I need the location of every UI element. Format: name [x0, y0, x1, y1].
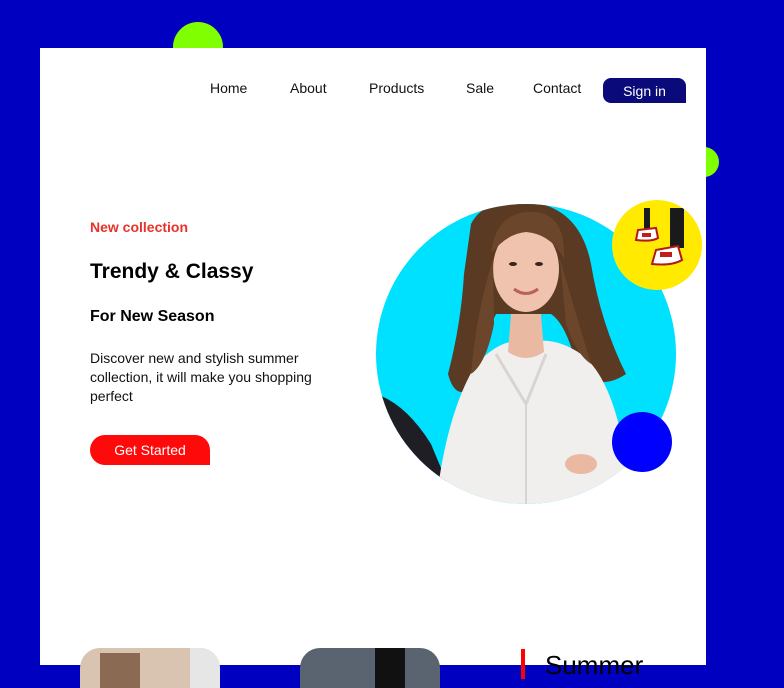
sneaker-icon — [634, 208, 684, 266]
sneaker-badge-image — [612, 200, 702, 290]
decor-dot-blue — [612, 412, 672, 472]
nav-sale-link[interactable]: Sale — [466, 80, 494, 96]
nav-about-link[interactable]: About — [290, 80, 327, 96]
hero-eyebrow: New collection — [90, 219, 189, 235]
sign-in-button[interactable]: Sign in — [603, 78, 686, 103]
category-card-2[interactable] — [300, 648, 440, 688]
get-started-button[interactable]: Get Started — [90, 435, 210, 465]
category-card-2-image — [300, 648, 440, 688]
category-card-1[interactable] — [80, 648, 220, 688]
section-heading: Summer — [545, 650, 644, 680]
landing-page: Home About Products Sale Contact Sign in… — [40, 48, 706, 688]
nav-contact-link[interactable]: Contact — [533, 80, 581, 96]
hero-description: Discover new and stylish summer collecti… — [90, 350, 312, 404]
hero-title: Trendy & Classy — [90, 260, 254, 283]
nav-products-link[interactable]: Products — [369, 80, 424, 96]
nav-home-link[interactable]: Home — [210, 80, 247, 96]
hero-subtitle: For New Season — [90, 308, 215, 325]
category-card-1-image — [80, 648, 220, 688]
section-accent-bar — [521, 649, 525, 679]
